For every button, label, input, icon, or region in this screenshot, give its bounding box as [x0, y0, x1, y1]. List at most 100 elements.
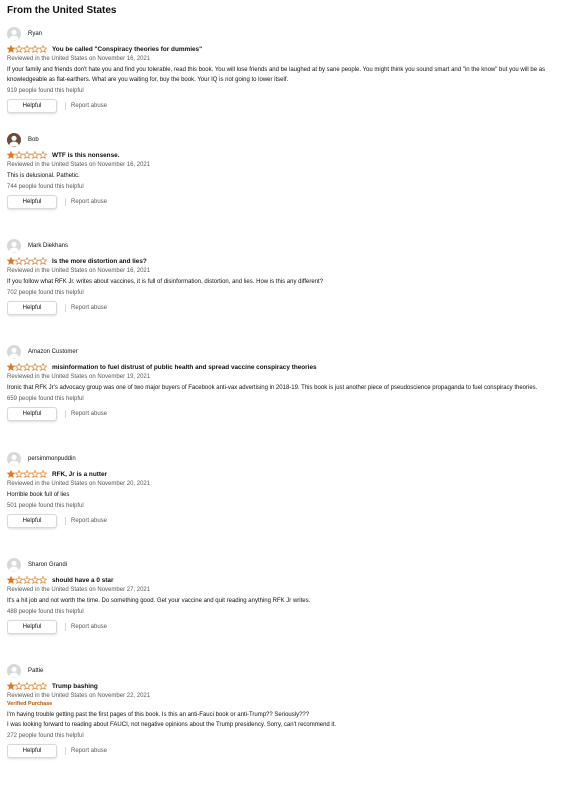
report-abuse-link[interactable]: Report abuse	[71, 411, 107, 417]
avatar-icon	[7, 238, 21, 253]
review-title[interactable]: misinformation to fuel distrust of publi…	[52, 364, 317, 371]
star-rating[interactable]	[7, 576, 47, 584]
reviewer-profile[interactable]: Bob	[7, 132, 564, 147]
review-body: If you follow what RFK Jr. writes about …	[7, 279, 324, 285]
reviewer-profile[interactable]: Mark Diekhans	[7, 238, 564, 253]
star-empty-icon	[39, 470, 47, 478]
report-abuse-link[interactable]: Report abuse	[71, 103, 107, 109]
reviewer-name[interactable]: Amazon Customer	[28, 349, 78, 355]
review-actions: Helpful Report abuse	[7, 301, 564, 315]
review-date: Reviewed in the United States on Novembe…	[7, 374, 151, 380]
reviewer-name[interactable]: persimmonpuddin	[28, 456, 76, 462]
report-abuse-link[interactable]: Report abuse	[71, 748, 107, 754]
review-card: Mark Diekhans Is the more distortion and…	[7, 237, 564, 343]
review-date: Reviewed in the United States on Novembe…	[7, 481, 151, 487]
helpful-button[interactable]: Helpful	[7, 407, 57, 421]
review-title-line: You be called "Conspiracy theories for d…	[7, 44, 564, 54]
divider	[65, 410, 66, 418]
star-empty-icon	[31, 257, 39, 265]
divider	[65, 198, 66, 206]
review-title[interactable]: Is the more distortion and lies?	[52, 258, 147, 265]
review-list: Ryan You be called "Conspiracy theories …	[7, 25, 564, 786]
helpful-count: 272 people found this helpful	[7, 733, 84, 739]
review-title[interactable]: RFK, Jr is a nutter	[52, 471, 107, 478]
reviews-page: From the United States Ryan You be calle…	[0, 0, 571, 786]
review-title[interactable]: should have a 0 star	[52, 577, 113, 584]
review-card: Sharon Grandi should have a 0 star Revie…	[7, 556, 564, 662]
reviewer-profile[interactable]: Amazon Customer	[7, 344, 564, 359]
review-body: Horrible book full of lies	[7, 492, 70, 498]
reviewer-profile[interactable]: Sharon Grandi	[7, 557, 564, 572]
avatar-icon	[7, 26, 21, 41]
divider	[65, 747, 66, 755]
review-card: persimmonpuddin RFK, Jr is a nutter Revi…	[7, 450, 564, 556]
star-empty-icon	[23, 576, 31, 584]
reviewer-profile[interactable]: Ryan	[7, 26, 564, 41]
star-empty-icon	[31, 682, 39, 690]
star-filled-icon	[7, 151, 15, 159]
star-empty-icon	[31, 470, 39, 478]
review-title[interactable]: You be called "Conspiracy theories for d…	[52, 46, 202, 53]
helpful-button[interactable]: Helpful	[7, 514, 57, 528]
review-actions: Helpful Report abuse	[7, 744, 564, 758]
star-empty-icon	[23, 363, 31, 371]
star-rating[interactable]	[7, 45, 47, 53]
review-title-line: Trump bashing	[7, 681, 564, 691]
star-filled-icon	[7, 470, 15, 478]
reviewer-name[interactable]: Mark Diekhans	[28, 243, 68, 249]
helpful-button[interactable]: Helpful	[7, 301, 57, 315]
review-date: Reviewed in the United States on Novembe…	[7, 268, 151, 274]
star-empty-icon	[15, 45, 23, 53]
star-empty-icon	[15, 470, 23, 478]
helpful-button[interactable]: Helpful	[7, 620, 57, 634]
review-title-line: should have a 0 star	[7, 575, 564, 585]
star-filled-icon	[7, 682, 15, 690]
avatar-icon	[7, 557, 21, 572]
divider	[65, 517, 66, 525]
review-actions: Helpful Report abuse	[7, 195, 564, 209]
star-filled-icon	[7, 363, 15, 371]
report-abuse-link[interactable]: Report abuse	[71, 518, 107, 524]
star-rating[interactable]	[7, 682, 47, 690]
reviewer-profile[interactable]: Pattie	[7, 663, 564, 678]
review-title[interactable]: Trump bashing	[52, 683, 98, 690]
star-empty-icon	[39, 363, 47, 371]
report-abuse-link[interactable]: Report abuse	[71, 199, 107, 205]
helpful-count: 488 people found this helpful	[7, 609, 84, 615]
review-body: Ironic that RFK Jr's advocacy group was …	[7, 385, 538, 391]
reviewer-name[interactable]: Sharon Grandi	[28, 562, 67, 568]
star-empty-icon	[15, 363, 23, 371]
review-title[interactable]: WTF is this nonsense.	[52, 152, 119, 159]
review-date: Reviewed in the United States on Novembe…	[7, 56, 151, 62]
star-rating[interactable]	[7, 151, 47, 159]
report-abuse-link[interactable]: Report abuse	[71, 305, 107, 311]
reviewer-name[interactable]: Ryan	[28, 31, 42, 37]
reviewer-profile[interactable]: persimmonpuddin	[7, 451, 564, 466]
helpful-count: 501 people found this helpful	[7, 503, 84, 509]
helpful-button[interactable]: Helpful	[7, 195, 57, 209]
review-title-line: misinformation to fuel distrust of publi…	[7, 362, 564, 372]
helpful-button[interactable]: Helpful	[7, 99, 57, 113]
star-empty-icon	[23, 682, 31, 690]
star-empty-icon	[23, 151, 31, 159]
helpful-count: 702 people found this helpful	[7, 290, 84, 296]
star-empty-icon	[15, 682, 23, 690]
star-rating[interactable]	[7, 363, 47, 371]
verified-purchase-badge: Verified Purchase	[7, 701, 53, 707]
divider	[65, 304, 66, 312]
star-empty-icon	[39, 257, 47, 265]
star-rating[interactable]	[7, 257, 47, 265]
divider	[65, 623, 66, 631]
star-empty-icon	[39, 45, 47, 53]
avatar-icon	[7, 451, 21, 466]
helpful-button[interactable]: Helpful	[7, 744, 57, 758]
star-empty-icon	[39, 151, 47, 159]
star-rating[interactable]	[7, 470, 47, 478]
report-abuse-link[interactable]: Report abuse	[71, 624, 107, 630]
review-body: I'm having trouble getting past the firs…	[7, 712, 337, 728]
helpful-count: 919 people found this helpful	[7, 88, 84, 94]
reviewer-name[interactable]: Bob	[28, 137, 39, 143]
star-empty-icon	[39, 682, 47, 690]
review-card: Bob WTF is this nonsense. Reviewed in th…	[7, 131, 564, 237]
reviewer-name[interactable]: Pattie	[28, 668, 43, 674]
